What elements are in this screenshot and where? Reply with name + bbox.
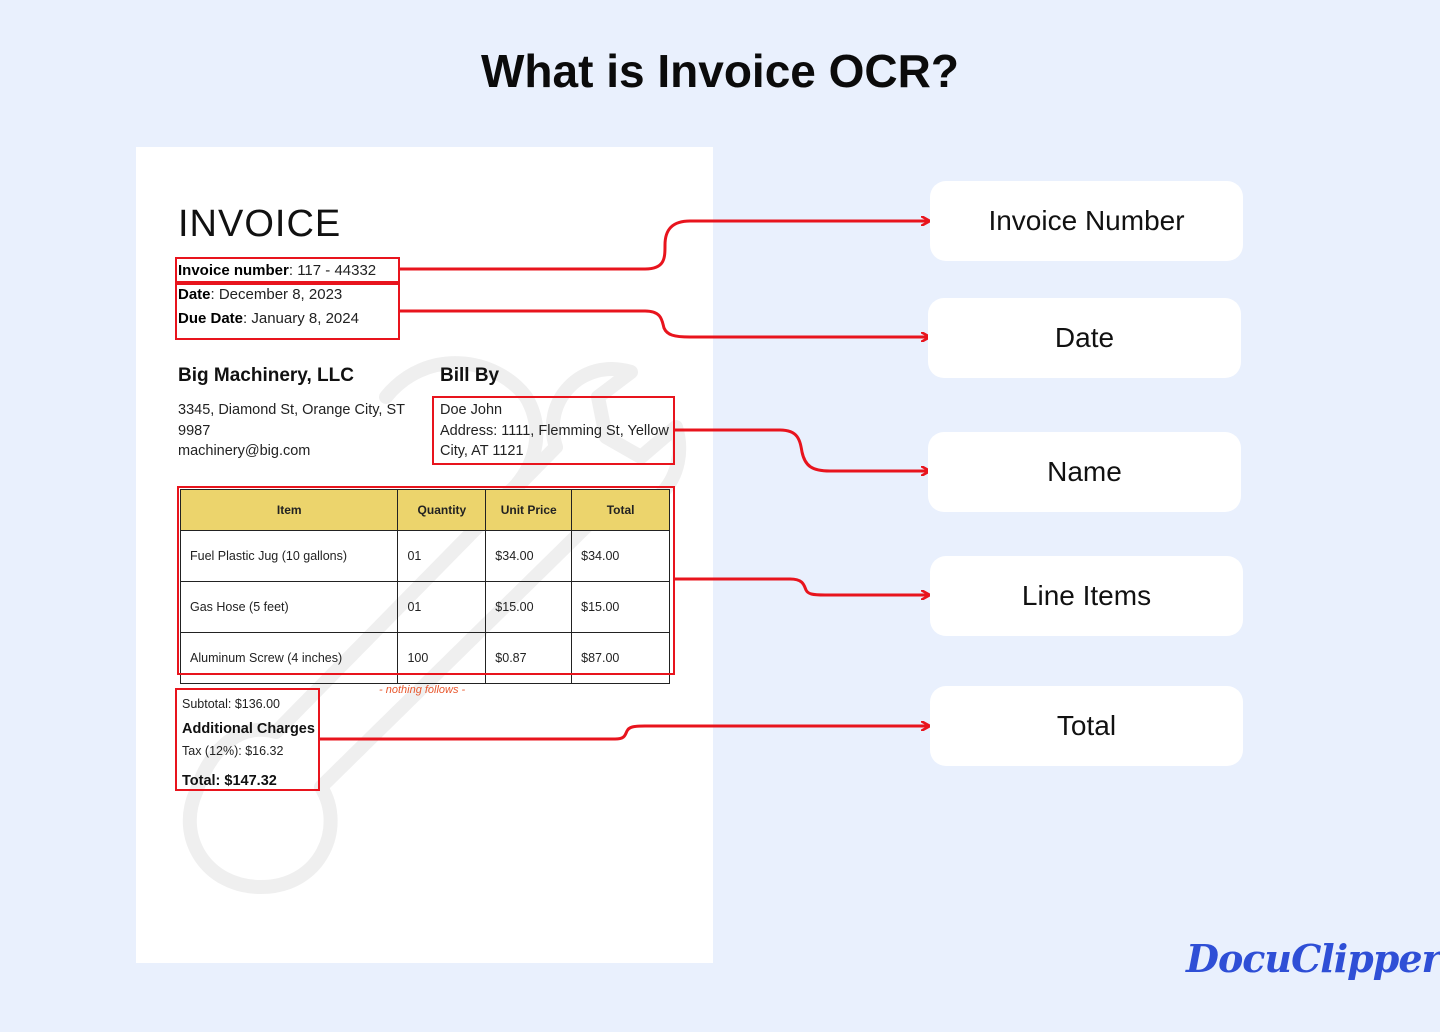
label-invoice-number: Invoice Number bbox=[930, 181, 1243, 261]
label-line-items: Line Items bbox=[930, 556, 1243, 636]
label-date: Date bbox=[928, 298, 1241, 378]
arrow-line-items bbox=[675, 577, 928, 595]
connector-arrows bbox=[320, 0, 1440, 741]
arrow-total bbox=[320, 726, 928, 741]
label-total: Total bbox=[930, 686, 1243, 766]
arrow-invoice-number bbox=[400, 221, 928, 271]
label-name: Name bbox=[928, 432, 1241, 512]
arrow-name bbox=[675, 428, 928, 471]
arrow-date bbox=[400, 309, 928, 337]
brand-logo: DocuClipper bbox=[1186, 936, 1440, 981]
